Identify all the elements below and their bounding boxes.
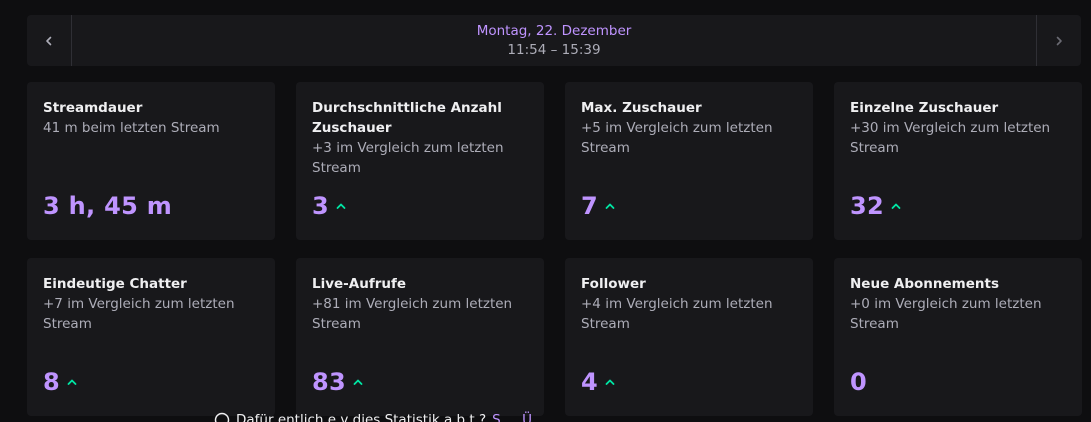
stat-title: Durchschnittliche Anzahl Zuschauer <box>312 100 502 136</box>
stat-title: Einzelne Zuschauer <box>850 100 999 116</box>
stat-value-row: 8 <box>43 368 78 396</box>
stat-card-average-viewers: Durchschnittliche Anzahl Zuschauer +3 im… <box>296 82 544 240</box>
stat-title: Follower <box>581 276 646 292</box>
info-icon <box>214 412 230 422</box>
stat-value-row: 3 h, 45 m <box>43 192 172 220</box>
stat-title: Eindeutige Chatter <box>43 276 187 292</box>
stat-comparison: +4 im Vergleich zum letzten Stream <box>581 296 773 332</box>
chevron-right-icon <box>1056 36 1062 45</box>
stat-value: 4 <box>581 368 598 396</box>
stat-comparison: +7 im Vergleich zum letzten Stream <box>43 296 235 332</box>
stat-value: 0 <box>850 368 867 396</box>
stat-value: 7 <box>581 192 598 220</box>
feedback-footer: Dafür entlich e v dies Statistik a b t ?… <box>214 412 549 422</box>
stream-summary-page: Montag, 22. Dezember 11:54 – 15:39 Strea… <box>0 0 1091 422</box>
trend-up-icon <box>604 200 616 212</box>
trend-up-icon <box>335 200 347 212</box>
stat-card-new-subscriptions: Neue Abonnements +0 im Vergleich zum let… <box>834 258 1082 416</box>
stat-card-followers: Follower +4 im Vergleich zum letzten Str… <box>565 258 813 416</box>
stat-card-live-views: Live-Aufrufe +81 im Vergleich zum letzte… <box>296 258 544 416</box>
stat-title: Streamdauer <box>43 100 143 116</box>
stat-title: Max. Zuschauer <box>581 100 702 116</box>
stat-value-row: 3 <box>312 192 347 220</box>
stat-card-max-viewers: Max. Zuschauer +5 im Vergleich zum letzt… <box>565 82 813 240</box>
previous-stream-button[interactable] <box>27 15 72 66</box>
stream-date-range: Montag, 22. Dezember 11:54 – 15:39 <box>72 15 1036 66</box>
stat-value: 3 h, 45 m <box>43 192 173 220</box>
trend-up-icon <box>890 200 902 212</box>
stat-card-unique-chatters: Eindeutige Chatter +7 im Vergleich zum l… <box>27 258 275 416</box>
stream-time-range: 11:54 – 15:39 <box>507 41 601 58</box>
stat-comparison: +0 im Vergleich zum letzten Stream <box>850 296 1042 332</box>
trend-up-icon <box>604 376 616 388</box>
stat-comparison: +3 im Vergleich zum letzten Stream <box>312 140 504 176</box>
trend-up-icon <box>66 376 78 388</box>
stat-value: 32 <box>850 192 884 220</box>
feedback-link[interactable]: S ... Ü ... <box>492 412 549 422</box>
stat-comparison: +30 im Vergleich zum letzten Stream <box>850 120 1051 156</box>
stat-value: 83 <box>312 368 346 396</box>
stat-comparison: 41 m beim letzten Stream <box>43 120 220 136</box>
stat-comparison: +81 im Vergleich zum letzten Stream <box>312 296 513 332</box>
stat-value-row: 0 <box>850 368 867 396</box>
next-stream-button[interactable] <box>1036 15 1081 66</box>
stat-title: Live-Aufrufe <box>312 276 407 292</box>
stat-value: 8 <box>43 368 60 396</box>
stat-title: Neue Abonnements <box>850 276 1000 292</box>
stat-card-stream-duration: Streamdauer 41 m beim letzten Stream 3 h… <box>27 82 275 240</box>
trend-up-icon <box>352 376 364 388</box>
stat-value-row: 32 <box>850 192 902 220</box>
stream-date: Montag, 22. Dezember <box>476 22 632 39</box>
stat-value: 3 <box>312 192 329 220</box>
stat-value-row: 7 <box>581 192 616 220</box>
date-navigator: Montag, 22. Dezember 11:54 – 15:39 <box>27 15 1081 66</box>
feedback-text: Dafür entlich e v dies Statistik a b t ? <box>236 412 487 422</box>
stat-comparison: +5 im Vergleich zum letzten Stream <box>581 120 773 156</box>
stat-card-unique-viewers: Einzelne Zuschauer +30 im Vergleich zum … <box>834 82 1082 240</box>
chevron-left-icon <box>46 36 52 45</box>
stat-value-row: 4 <box>581 368 616 396</box>
stat-value-row: 83 <box>312 368 364 396</box>
